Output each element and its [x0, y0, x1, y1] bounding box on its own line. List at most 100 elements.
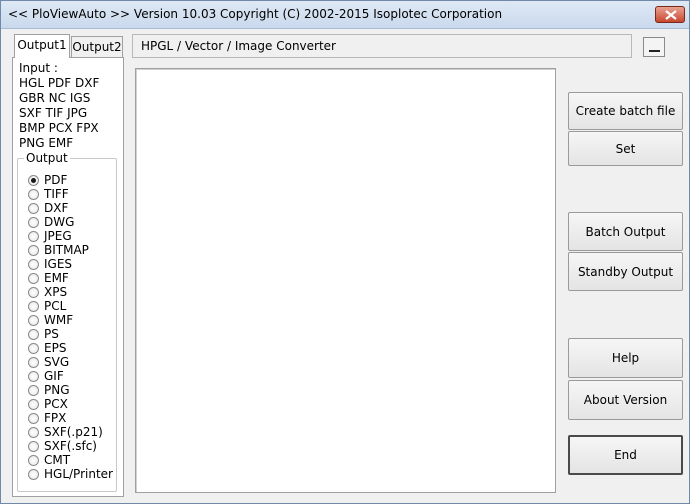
standby-output-button[interactable]: Standby Output	[568, 252, 683, 291]
end-button[interactable]: End	[568, 435, 683, 475]
input-formats-line: HGL PDF DXF	[19, 76, 100, 90]
output-option-emf[interactable]: EMF	[28, 271, 116, 285]
output-option-sxf-sfc[interactable]: SXF(.sfc)	[28, 439, 116, 453]
output-option-dwg[interactable]: DWG	[28, 215, 116, 229]
output-option-iges[interactable]: IGES	[28, 257, 116, 271]
output-option-fpx[interactable]: FPX	[28, 411, 116, 425]
output-option-label: DXF	[44, 201, 69, 215]
standby-output-label: Standby Output	[577, 264, 674, 279]
radio-button[interactable]	[28, 314, 39, 326]
output-option-label: EPS	[44, 341, 67, 355]
create-batch-file-label: Create batch file	[575, 104, 676, 118]
radio-button[interactable]	[28, 342, 39, 354]
output-option-label: PNG	[44, 383, 70, 397]
tab-output1-label: Output1	[17, 38, 67, 52]
output-option-bitmap[interactable]: BITMAP	[28, 243, 116, 257]
batch-output-button[interactable]: Batch Output	[568, 212, 683, 251]
output-option-xps[interactable]: XPS	[28, 285, 116, 299]
radio-button[interactable]	[28, 230, 39, 242]
tab-output1[interactable]: Output1	[14, 34, 70, 58]
radio-button[interactable]	[28, 398, 39, 410]
tab-output2-label: Output2	[72, 40, 122, 54]
output-option-jpeg[interactable]: JPEG	[28, 229, 116, 243]
output-groupbox: Output PDF TIFF DXF DWG JPEG BITMAP IGES EMF XPS…	[17, 151, 117, 492]
radio-button[interactable]	[28, 412, 39, 424]
radio-button[interactable]	[28, 174, 39, 186]
output-option-label: JPEG	[44, 229, 72, 243]
output-option-label: IGES	[44, 257, 73, 271]
output-option-dxf[interactable]: DXF	[28, 201, 116, 215]
close-icon	[665, 10, 677, 20]
input-formats-line: PNG EMF	[19, 136, 74, 150]
radio-button[interactable]	[28, 216, 39, 228]
output-option-pdf[interactable]: PDF	[28, 173, 116, 187]
set-button[interactable]: Set	[568, 131, 683, 166]
radio-button[interactable]	[28, 328, 39, 340]
output-option-label: HGL/Printer	[44, 467, 113, 481]
create-batch-file-button[interactable]: Create batch file	[568, 92, 683, 130]
radio-button[interactable]	[28, 286, 39, 298]
output1-panel: Input : HGL PDF DXF GBR NC IGS SXF TIF J…	[12, 57, 124, 497]
radio-button[interactable]	[28, 384, 39, 396]
radio-button[interactable]	[28, 356, 39, 368]
output-option-hgl-printer[interactable]: HGL/Printer	[28, 467, 116, 481]
output-option-label: XPS	[44, 285, 68, 299]
output-option-cmt[interactable]: CMT	[28, 453, 116, 467]
output-option-label: PS	[44, 327, 59, 341]
radio-button[interactable]	[28, 426, 39, 438]
radio-button[interactable]	[28, 188, 39, 200]
output-option-label: SXF(.sfc)	[44, 439, 97, 453]
output-option-ps[interactable]: PS	[28, 327, 116, 341]
help-button[interactable]: Help	[568, 338, 683, 378]
radio-button[interactable]	[28, 258, 39, 270]
output-option-label: BITMAP	[44, 243, 89, 257]
output-option-label: TIFF	[44, 187, 69, 201]
output-option-svg[interactable]: SVG	[28, 355, 116, 369]
input-label: Input :	[19, 61, 58, 75]
close-button[interactable]	[655, 6, 685, 23]
batch-output-label: Batch Output	[585, 224, 666, 239]
end-label: End	[614, 448, 637, 462]
output-option-png[interactable]: PNG	[28, 383, 116, 397]
output-option-eps[interactable]: EPS	[28, 341, 116, 355]
about-version-label: About Version	[583, 393, 668, 407]
radio-button[interactable]	[28, 370, 39, 382]
output-option-label: SXF(.p21)	[44, 425, 103, 439]
output-option-pcl[interactable]: PCL	[28, 299, 116, 313]
output-option-label: EMF	[44, 271, 69, 285]
input-formats-line: SXF TIF JPG	[19, 106, 88, 120]
output-option-label: SVG	[44, 355, 70, 369]
output-option-label: WMF	[44, 313, 74, 327]
radio-button[interactable]	[28, 454, 39, 466]
output-option-label: FPX	[44, 411, 67, 425]
output-option-label: PDF	[44, 173, 68, 187]
output-option-wmf[interactable]: WMF	[28, 313, 116, 327]
output-option-label: DWG	[44, 215, 75, 229]
radio-selected-dot	[31, 177, 36, 183]
minimize-button[interactable]	[643, 37, 665, 57]
title-bar[interactable]: << PloViewAuto >> Version 10.03 Copyrigh…	[1, 1, 689, 29]
output-option-gif[interactable]: GIF	[28, 369, 116, 383]
app-window: << PloViewAuto >> Version 10.03 Copyrigh…	[0, 0, 690, 504]
tab-output2[interactable]: Output2	[71, 36, 123, 58]
radio-button[interactable]	[28, 202, 39, 214]
help-label: Help	[611, 351, 640, 365]
output-option-sxf-p21[interactable]: SXF(.p21)	[28, 425, 116, 439]
about-version-button[interactable]: About Version	[568, 380, 683, 420]
radio-button[interactable]	[28, 440, 39, 452]
file-list-area[interactable]	[135, 68, 556, 493]
output-option-label: PCX	[44, 397, 68, 411]
converter-title-field: HPGL / Vector / Image Converter	[132, 34, 632, 58]
minimize-icon	[649, 50, 660, 52]
set-label: Set	[615, 141, 636, 156]
output-option-tiff[interactable]: TIFF	[28, 187, 116, 201]
radio-button[interactable]	[28, 244, 39, 256]
radio-button[interactable]	[28, 272, 39, 284]
radio-button[interactable]	[28, 300, 39, 312]
output-option-pcx[interactable]: PCX	[28, 397, 116, 411]
output-group-label: Output	[24, 151, 70, 165]
output-option-label: PCL	[44, 299, 67, 313]
radio-button[interactable]	[28, 468, 39, 480]
window-title: << PloViewAuto >> Version 10.03 Copyrigh…	[8, 7, 503, 21]
input-formats-line: BMP PCX FPX	[19, 121, 99, 135]
